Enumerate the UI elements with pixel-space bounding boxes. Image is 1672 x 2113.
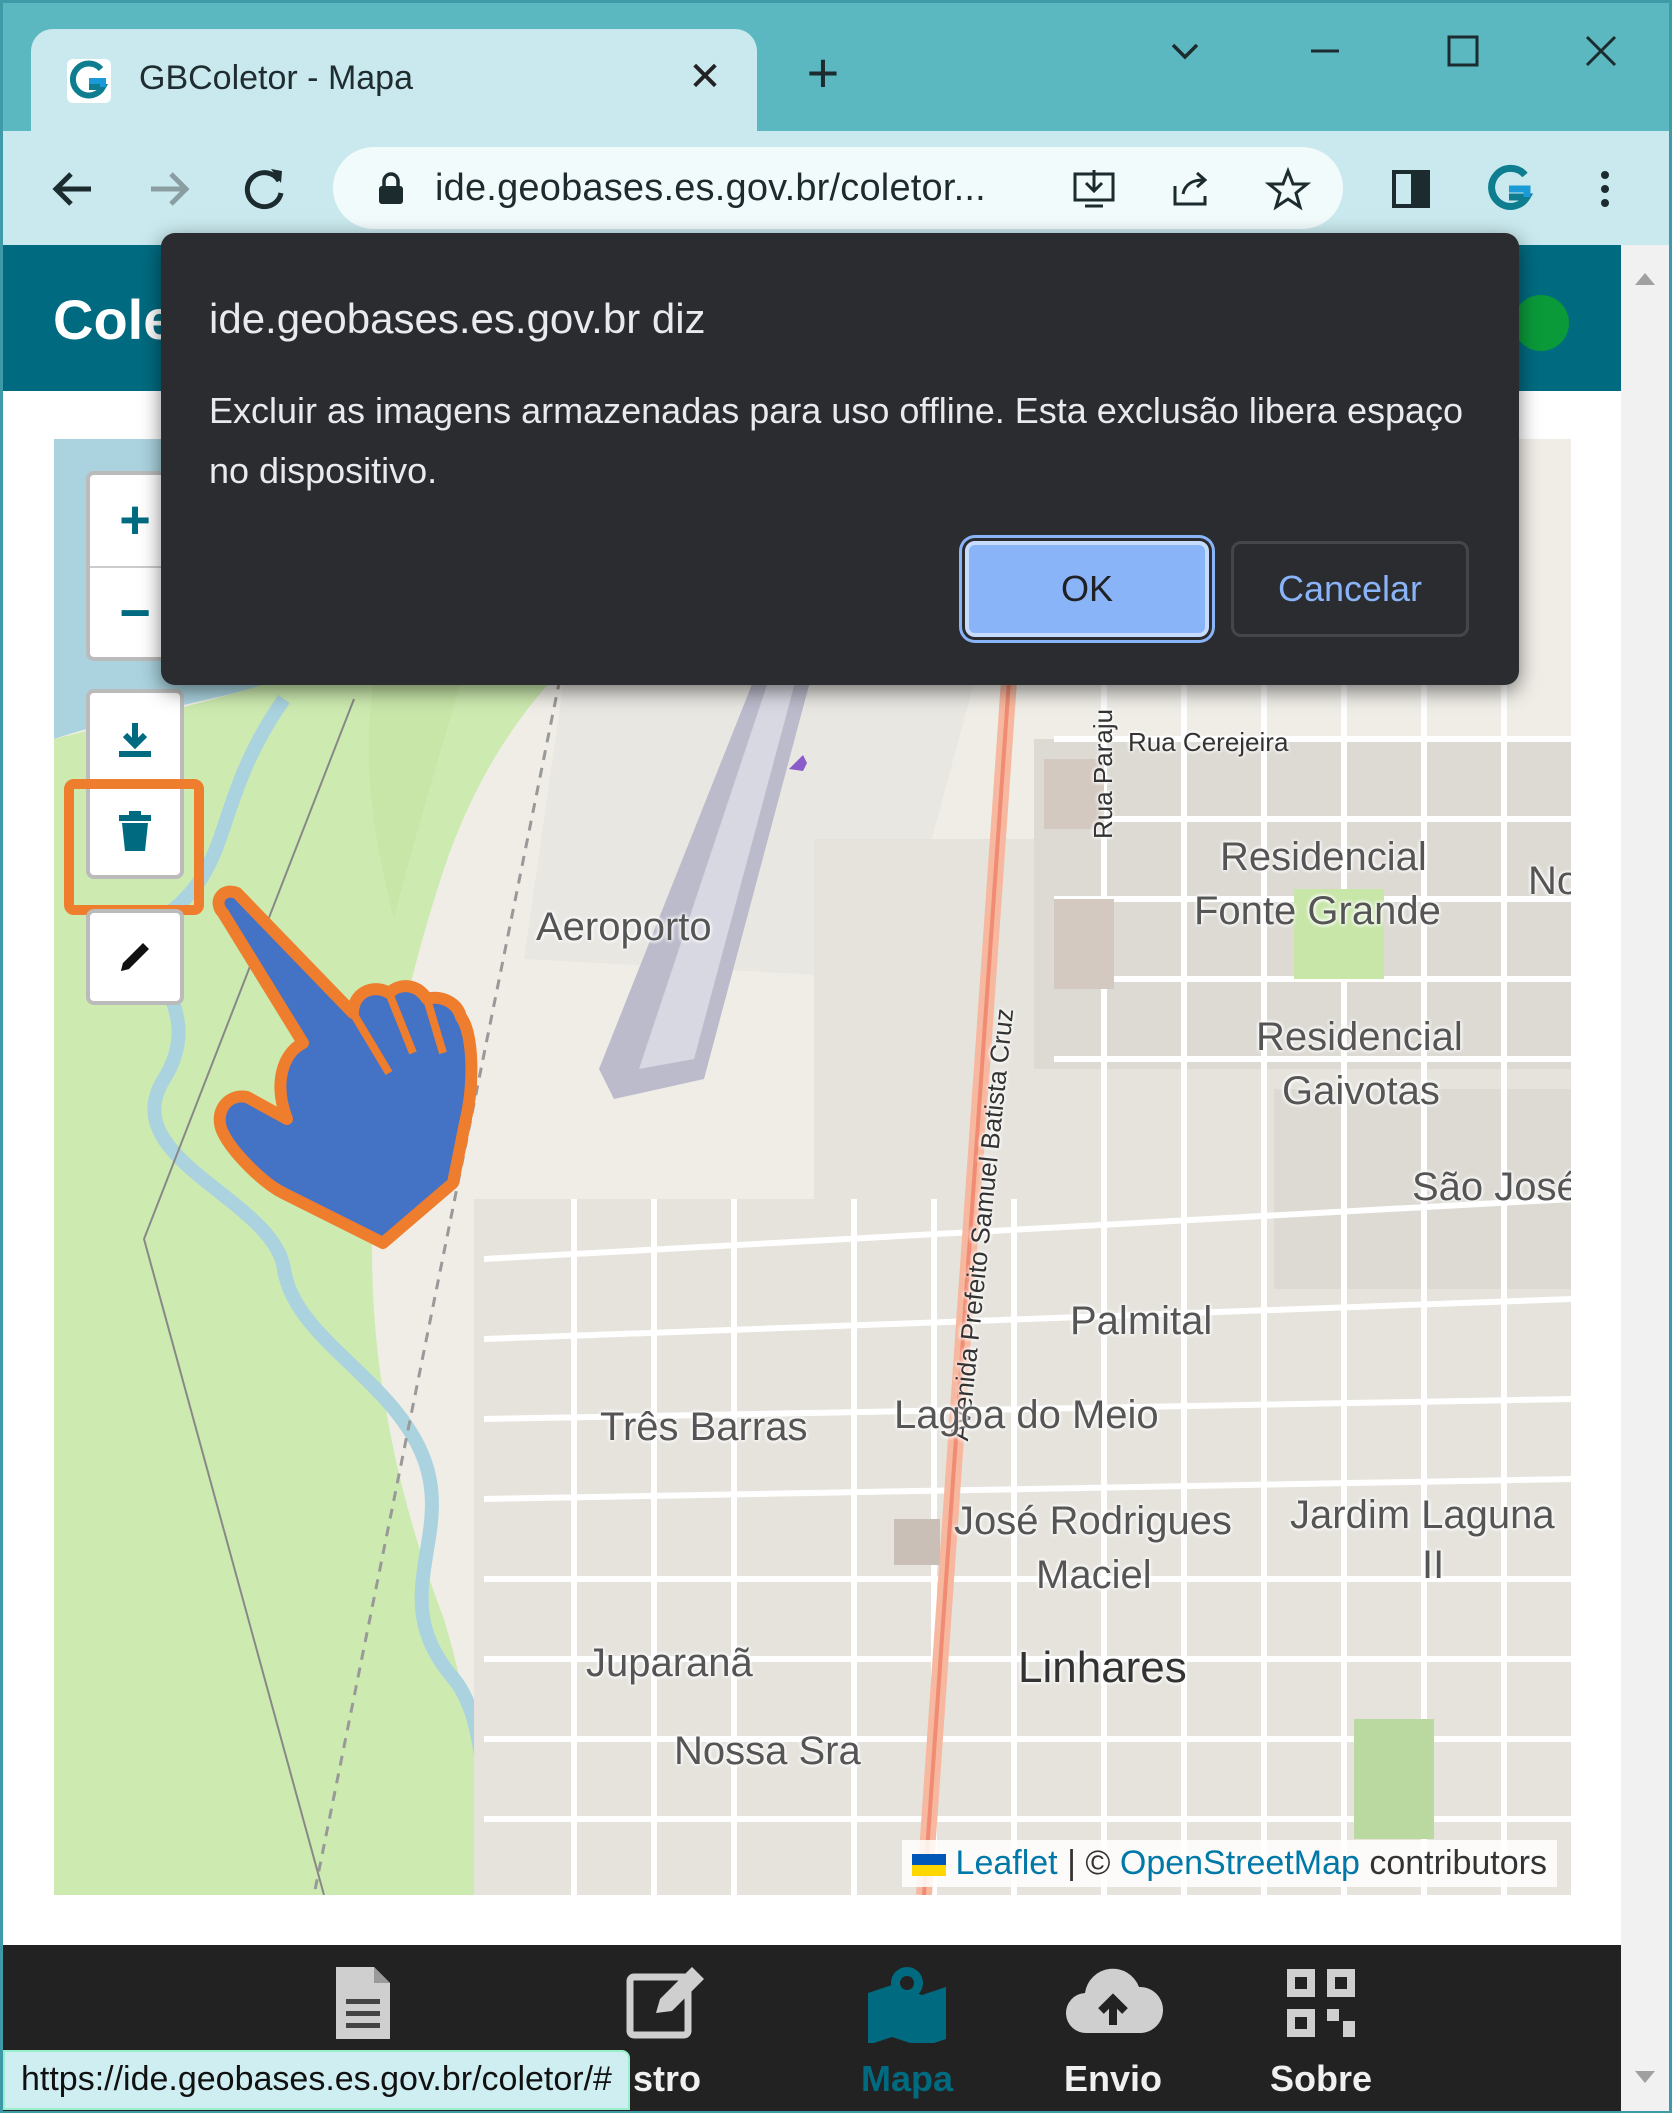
delete-button-highlight — [64, 779, 204, 915]
dialog-message: Excluir as imagens armazenadas para uso … — [209, 390, 1464, 491]
tab-title: GBColetor - Mapa — [139, 59, 413, 97]
reload-icon[interactable] — [235, 159, 295, 219]
map-label-juparana: Juparanã — [586, 1641, 753, 1685]
bookmark-star-icon[interactable] — [1265, 166, 1311, 212]
map-label-nossa-sra: Nossa Sra — [674, 1729, 861, 1773]
window-close-icon[interactable] — [1571, 21, 1631, 81]
back-icon[interactable] — [43, 159, 103, 219]
map-label-rua-paraju: Rua Paraju — [1088, 708, 1118, 839]
new-tab-button[interactable]: + — [798, 45, 848, 101]
url-text[interactable]: ide.geobases.es.gov.br/coletor... — [435, 167, 986, 210]
map-label-tres-barras: Três Barras — [600, 1405, 808, 1449]
cloud-upload-icon — [1065, 1968, 1164, 2034]
scroll-down-icon[interactable] — [1621, 2057, 1669, 2097]
document-icon — [336, 1967, 390, 2039]
qr-code-icon — [1287, 1969, 1355, 2037]
map-label-sao-jose: São José — [1412, 1165, 1571, 1209]
dialog-title: ide.geobases.es.gov.br diz — [209, 295, 706, 342]
download-tiles-button[interactable] — [90, 693, 180, 784]
scroll-up-icon[interactable] — [1621, 259, 1669, 299]
minimize-icon[interactable] — [1295, 21, 1355, 81]
pencil-icon — [121, 943, 149, 971]
side-panel-icon[interactable] — [1381, 159, 1441, 219]
draw-edit-button[interactable] — [86, 909, 184, 1005]
map-label-palmital: Palmital — [1070, 1299, 1213, 1343]
openstreetmap-link[interactable]: OpenStreetMap — [1120, 1844, 1360, 1882]
status-bar-url: https://ide.geobases.es.gov.br/coletor/# — [3, 2050, 630, 2110]
nav-item-mapa[interactable]: Mapa — [827, 1963, 987, 2100]
map-label-residencial-2: Residencial — [1256, 1015, 1463, 1059]
map-label-fonte-grande: Fonte Grande — [1194, 889, 1441, 933]
map-label-lagoa-do-meio: Lagoa do Meio — [894, 1393, 1159, 1437]
lock-icon[interactable] — [373, 170, 409, 206]
browser-menu-icon[interactable] — [1575, 159, 1635, 219]
address-bar[interactable]: ide.geobases.es.gov.br/coletor... — [333, 147, 1343, 229]
page-scrollbar[interactable] — [1621, 245, 1669, 2111]
nav-label-mapa: Mapa — [860, 2058, 954, 2099]
status-indicator — [1513, 295, 1569, 351]
nav-label-sobre: Sobre — [1269, 2058, 1373, 2099]
nav-item-documents[interactable] — [283, 1963, 443, 2058]
leaflet-link[interactable]: Leaflet — [956, 1844, 1058, 1882]
attribution-contributors: contributors — [1359, 1844, 1547, 1882]
nav-item-envio[interactable]: Envio — [1033, 1963, 1193, 2100]
tab-search-icon[interactable] — [1155, 21, 1215, 81]
map-label-rua-cerejeira: Rua Cerejeira — [1128, 727, 1289, 757]
tab-strip: GBColetor - Mapa ✕ + — [3, 3, 1669, 131]
confirm-dialog: ide.geobases.es.gov.br diz Excluir as im… — [161, 233, 1519, 685]
ukraine-flag-icon — [912, 1854, 947, 1877]
pointing-hand-icon — [212, 885, 478, 1249]
map-label-residencial-1: Residencial — [1220, 835, 1427, 879]
map-label-jardim-laguna-ii: II — [1422, 1543, 1445, 1587]
ok-button[interactable]: OK — [965, 541, 1209, 637]
nav-label-envio: Envio — [1063, 2058, 1162, 2099]
map-label-gaivotas: Gaivotas — [1282, 1069, 1440, 1113]
map-icon — [868, 1967, 946, 2047]
maximize-icon[interactable] — [1433, 21, 1493, 81]
tab-close-icon[interactable]: ✕ — [683, 55, 727, 99]
map-label-linhares: Linhares — [1018, 1643, 1187, 1692]
forward-icon[interactable] — [139, 159, 199, 219]
download-icon — [119, 722, 151, 757]
browser-toolbar: ide.geobases.es.gov.br/coletor... — [3, 131, 1669, 245]
map-label-jose-rodrigues: José Rodrigues — [954, 1499, 1232, 1543]
attribution-separator: | © — [1057, 1844, 1120, 1882]
edit-icon — [626, 1967, 704, 2039]
map-label-jardim-laguna: Jardim Laguna — [1290, 1493, 1555, 1537]
cancel-button[interactable]: Cancelar — [1231, 541, 1469, 637]
map-attribution: Leaflet | © OpenStreetMap contributors — [902, 1840, 1557, 1887]
nav-item-sobre[interactable]: Sobre — [1241, 1963, 1401, 2100]
map-label-aeroporto: Aeroporto — [536, 905, 712, 949]
app-title: Cole — [53, 288, 175, 351]
map-label-maciel: Maciel — [1036, 1553, 1152, 1597]
gbcoletor-favicon-icon — [67, 59, 111, 103]
gbcoletor-extension-icon[interactable] — [1479, 159, 1539, 219]
browser-window: GBColetor - Mapa ✕ + ide.geobases.es.gov… — [0, 0, 1672, 2113]
map-label-no: No — [1528, 859, 1571, 903]
browser-tab[interactable]: GBColetor - Mapa ✕ — [31, 29, 757, 131]
share-icon[interactable] — [1169, 166, 1215, 212]
install-app-icon[interactable] — [1071, 166, 1117, 212]
